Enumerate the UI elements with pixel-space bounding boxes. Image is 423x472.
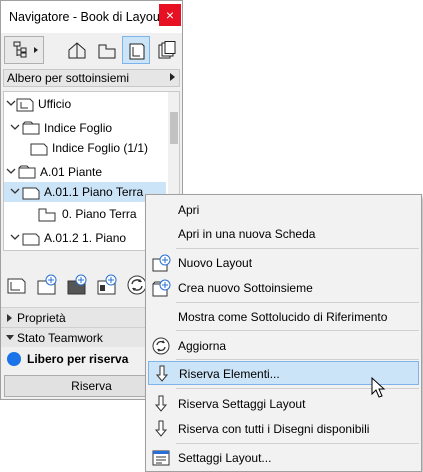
chevron-down-icon (6, 335, 14, 340)
layout-settings-icon (152, 450, 170, 466)
tree-item-label: Indice Foglio (44, 121, 113, 135)
menu-item-label: Riserva con tutti i Disegni disponibili (178, 422, 370, 436)
tree-item-0-piano-terra[interactable]: 0. Piano Terra (4, 204, 166, 224)
layout-icon (22, 187, 40, 200)
subset-icon (22, 121, 40, 135)
chevron-right-icon (7, 314, 12, 322)
tree-item-a01-piante[interactable]: A.01 Piante (4, 162, 166, 182)
view-map-button[interactable] (93, 36, 121, 64)
menu-item-label: Riserva Elementi... (179, 367, 280, 381)
tree-item-indice-foglio[interactable]: Indice Foglio (4, 118, 166, 138)
context-menu: Apri Apri in una nuova Scheda Nuovo Layo… (145, 194, 422, 472)
new-master-button[interactable] (95, 273, 121, 299)
close-icon: × (165, 7, 175, 23)
close-button[interactable]: × (159, 4, 181, 26)
tree-item-a012-1-piano[interactable]: A.01.2 1. Piano (4, 228, 166, 248)
chevron-down-icon[interactable] (10, 186, 20, 196)
tree-item-a011-piano-terra[interactable]: A.01.1 Piano Terra (4, 182, 166, 202)
arrow-down-icon (154, 395, 168, 412)
arrow-down-icon (155, 365, 169, 382)
tree-item-label: Indice Foglio (1/1) (52, 141, 149, 155)
status-dot-icon (7, 352, 21, 366)
menu-item-label: Apri in una nuova Scheda (178, 227, 316, 241)
view-map-icon (98, 44, 116, 59)
menu-item-label: Crea nuovo Sottoinsieme (178, 281, 313, 295)
tree-item-indice-foglio-1-1[interactable]: Indice Foglio (1/1) (4, 138, 166, 158)
window-title: Navigatore - Book di Layout (9, 10, 164, 24)
add-master-icon (97, 274, 117, 295)
refresh-icon (152, 337, 170, 355)
menu-separator (176, 443, 419, 444)
layout-book-button[interactable] (122, 36, 150, 64)
view-mode-value: Albero per sottoinsiemi (7, 71, 130, 85)
chevron-down-icon[interactable] (6, 98, 16, 108)
properties-label: Proprietà (17, 311, 66, 325)
menu-item-crea-sottoinsieme[interactable]: Crea nuovo Sottoinsieme (148, 276, 419, 300)
teamwork-label: Stato Teamwork (17, 331, 103, 345)
tree-item-label: Ufficio (38, 97, 72, 111)
tree-item-label: A.01 Piante (40, 165, 103, 179)
new-subset-button[interactable] (65, 273, 91, 299)
tree-item-label: A.01.1 Piano Terra (44, 185, 144, 199)
menu-separator (176, 330, 419, 331)
drawing-icon (38, 208, 56, 222)
menu-item-label: Riserva Settaggi Layout (178, 397, 306, 411)
layout-book-icon (129, 43, 145, 60)
new-layout-add-button[interactable] (35, 273, 61, 299)
add-layout-icon (37, 274, 57, 295)
new-subset-icon (152, 279, 171, 297)
vertical-scroll-thumb[interactable] (170, 112, 178, 144)
menu-separator (176, 248, 419, 249)
subset-icon (18, 165, 36, 179)
menu-item-label: Nuovo Layout (178, 256, 253, 270)
menu-separator (176, 359, 419, 360)
menu-item-riserva-tutti-disegni[interactable]: Riserva con tutti i Disegni disponibili (148, 417, 419, 441)
navigator-toolbar (1, 33, 182, 69)
project-map-button[interactable] (63, 36, 91, 64)
publisher-icon (158, 41, 176, 59)
add-subset-icon (67, 274, 87, 295)
menu-item-mostra-sottolucido[interactable]: Mostra come Sottolucido di Riferimento (148, 305, 419, 329)
chevron-right-icon (170, 73, 175, 81)
chevron-down-icon[interactable] (6, 166, 16, 176)
house-icon (68, 42, 86, 59)
menu-item-settaggi-layout[interactable]: Settaggi Layout... (148, 446, 419, 470)
menu-item-aggiorna[interactable]: Aggiorna (148, 334, 419, 358)
status-text: Libero per riserva (27, 352, 129, 366)
layout-book-icon (16, 98, 34, 112)
horizontal-scrollbar[interactable] (4, 250, 168, 251)
new-layout-button[interactable] (5, 273, 31, 299)
chevron-down-icon[interactable] (10, 122, 20, 132)
title-bar[interactable]: Navigatore - Book di Layout × (1, 1, 182, 33)
menu-item-apri[interactable]: Apri (148, 198, 419, 222)
arrow-down-icon (154, 420, 168, 437)
menu-item-label: Aggiorna (178, 339, 227, 353)
tree-item-label: A.01.2 1. Piano (44, 231, 127, 245)
menu-item-label: Apri (178, 203, 200, 217)
layout-icon (7, 278, 26, 294)
tree-options-icon (13, 41, 38, 58)
new-layout-icon (152, 254, 171, 272)
menu-separator (176, 302, 419, 303)
tree-item-label: 0. Piano Terra (62, 207, 137, 221)
tree-item-ufficio[interactable]: Ufficio (4, 94, 166, 114)
chevron-down-icon[interactable] (10, 232, 20, 242)
menu-item-label: Mostra come Sottolucido di Riferimento (178, 310, 388, 324)
layout-icon (22, 233, 40, 246)
view-mode-dropdown[interactable]: Albero per sottoinsiemi (3, 69, 180, 87)
menu-item-nuovo-layout[interactable]: Nuovo Layout (148, 251, 419, 275)
menu-item-apri-nuova-scheda[interactable]: Apri in una nuova Scheda (148, 222, 419, 246)
tree-options-button[interactable] (4, 36, 44, 64)
publisher-sets-button[interactable] (153, 36, 181, 64)
mouse-cursor-icon (371, 377, 386, 398)
layout-icon (30, 143, 48, 156)
menu-item-label: Settaggi Layout... (178, 451, 272, 465)
